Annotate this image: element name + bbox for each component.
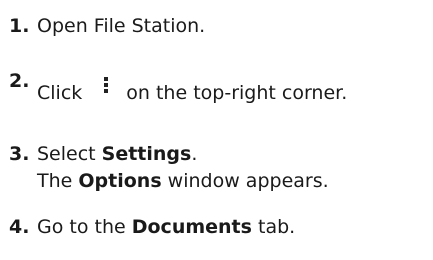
step-text-before-icon: Click: [37, 82, 83, 104]
step-number: 3.: [9, 143, 30, 165]
step-text: Go to the Documents tab.: [37, 216, 296, 238]
step-text: Open File Station.: [37, 15, 206, 37]
more-vertical-icon: [98, 74, 114, 98]
documents-term: Documents: [131, 216, 252, 238]
step-text-after-icon: on the top-right corner.: [126, 82, 348, 104]
step-text-line-1: Select Settings.: [37, 143, 198, 165]
step-4: 4. Go to the Documents tab.: [9, 214, 295, 241]
settings-term: Settings: [101, 143, 192, 165]
step-number: 1.: [9, 15, 30, 37]
step-text-line-2: The Options window appears.: [37, 170, 329, 192]
step-number: 2.: [9, 70, 30, 92]
step-3: 3. Select Settings. The Options window a…: [9, 141, 329, 195]
step-text: Click on the top-right corner.: [37, 77, 348, 107]
step-2: 2. Click on the top-right corner.: [9, 70, 347, 104]
step-number: 4.: [9, 216, 30, 238]
options-term: Options: [78, 170, 162, 192]
step-text: Select Settings. The Options window appe…: [37, 141, 329, 195]
step-1: 1. Open File Station.: [9, 13, 205, 40]
